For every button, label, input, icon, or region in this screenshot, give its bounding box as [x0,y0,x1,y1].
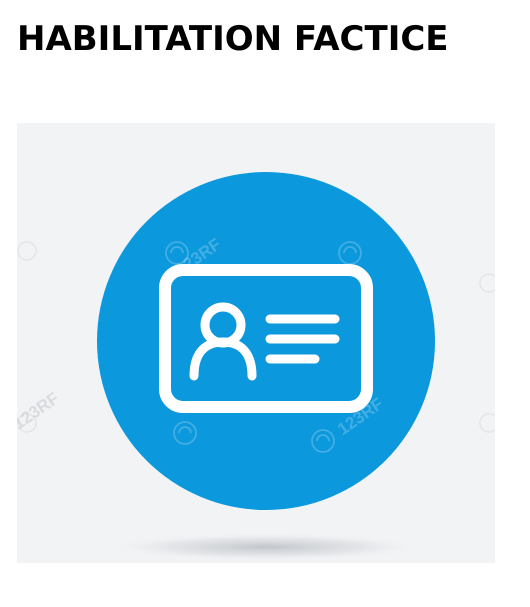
id-card-illustration: 123RF 123RF 123RF [17,123,495,563]
page-title: HABILITATION FACTICE [17,19,449,59]
id-card-svg: 123RF 123RF 123RF [17,172,495,561]
watermark-text-3: 123RF [17,389,62,434]
circle-shadow [106,533,426,561]
